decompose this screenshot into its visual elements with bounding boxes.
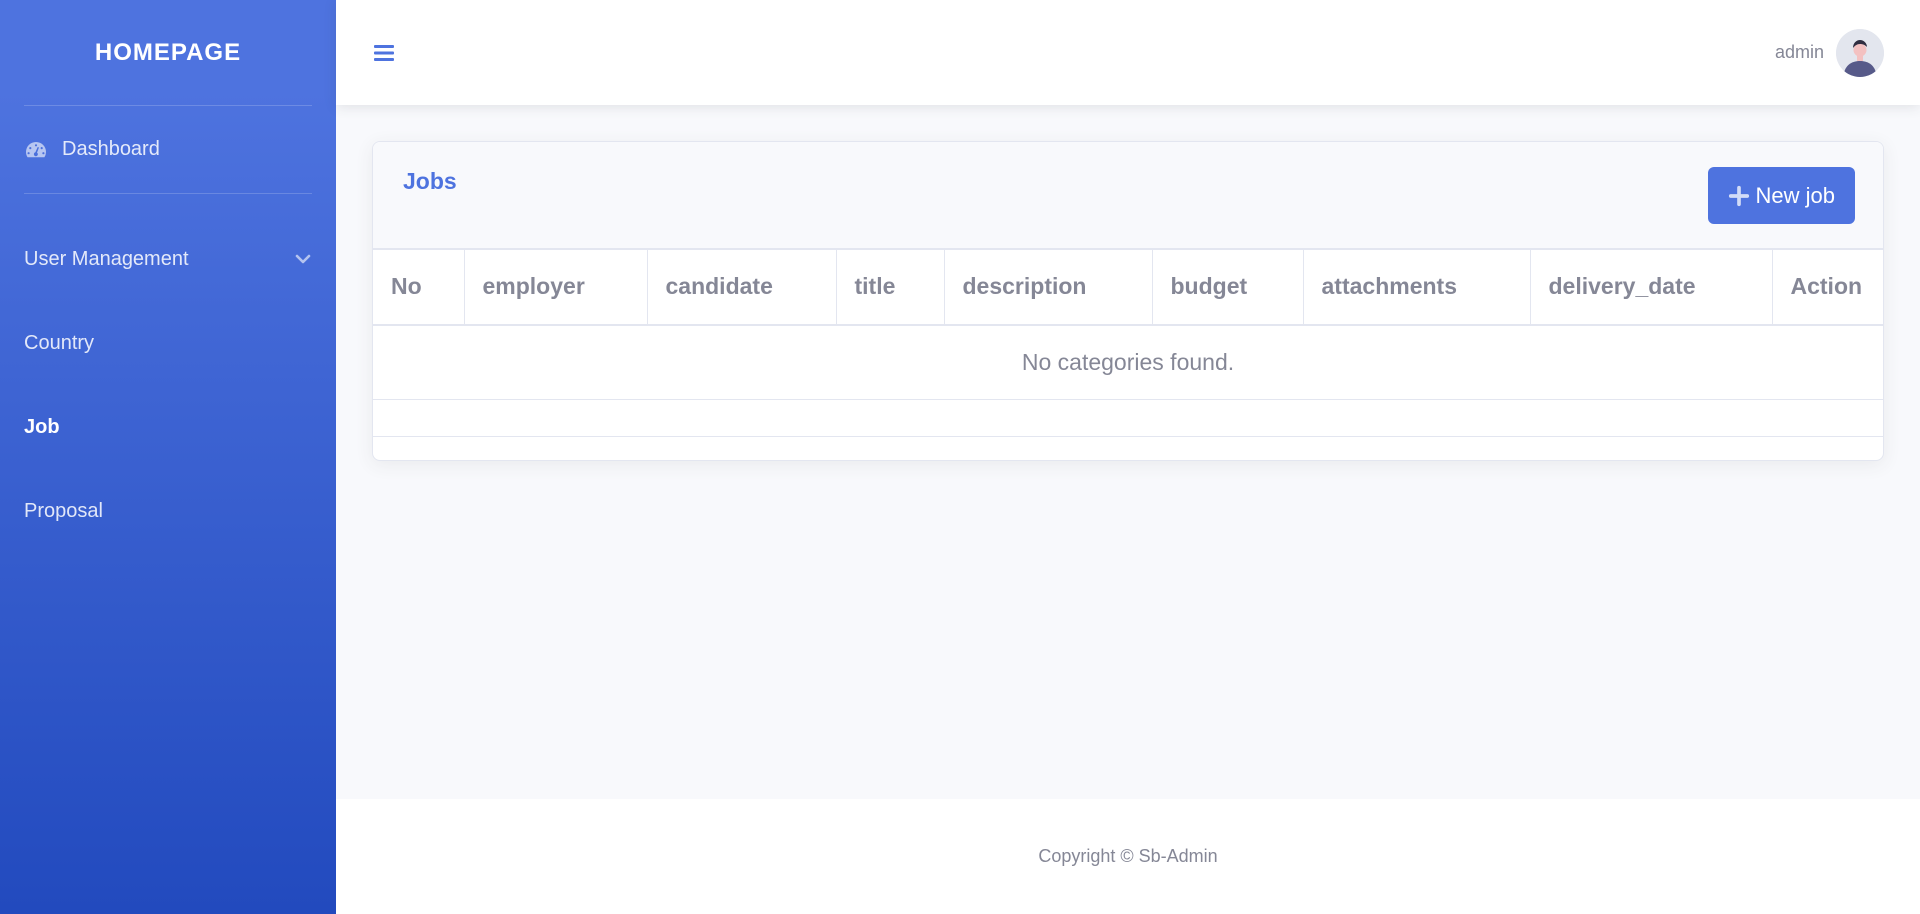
sidebar-item-dashboard[interactable]: Dashboard bbox=[0, 106, 336, 193]
new-job-button[interactable]: New job bbox=[1707, 167, 1855, 224]
column-header-employer[interactable]: employer bbox=[463, 249, 648, 326]
table-row: No categories found. bbox=[373, 324, 1883, 400]
jobs-table: No employer candidate title description … bbox=[373, 249, 1883, 437]
new-job-label: New job bbox=[1755, 182, 1835, 208]
column-header-candidate[interactable]: candidate bbox=[646, 249, 837, 326]
sidebar-item-proposal[interactable]: Proposal bbox=[0, 469, 336, 553]
sidebar-item-label: Job bbox=[24, 415, 60, 438]
copyright-text: Copyright © Sb-Admin bbox=[1038, 846, 1218, 866]
sidebar-item-label: Proposal bbox=[24, 499, 103, 522]
sidebar-brand[interactable]: HOMEPAGE bbox=[0, 0, 336, 105]
column-header-description[interactable]: description bbox=[943, 249, 1153, 326]
username[interactable]: admin bbox=[1775, 42, 1824, 63]
table-header-row: No employer candidate title description … bbox=[373, 249, 1883, 326]
sidebar-item-label: Country bbox=[24, 331, 95, 354]
empty-message: No categories found. bbox=[373, 324, 1883, 400]
plus-icon bbox=[1728, 185, 1749, 206]
column-header-delivery-date[interactable]: delivery_date bbox=[1529, 249, 1773, 326]
column-header-no[interactable]: No bbox=[373, 249, 465, 326]
column-header-action[interactable]: Action bbox=[1771, 249, 1883, 326]
sidebar-item-label: User Management bbox=[24, 247, 189, 270]
chevron-down-icon bbox=[295, 254, 311, 264]
card-header: Jobs New job bbox=[373, 142, 1883, 249]
table-row bbox=[373, 399, 1883, 437]
user-menu[interactable]: admin bbox=[1775, 28, 1884, 77]
card-title: Jobs bbox=[403, 168, 457, 194]
sidebar-item-country[interactable]: Country bbox=[0, 301, 336, 385]
sidebar-item-job[interactable]: Job bbox=[0, 385, 336, 469]
sidebar: HOMEPAGE Dashboard User Management Count… bbox=[0, 0, 336, 914]
jobs-card: Jobs New job No employer candidate title… bbox=[372, 141, 1884, 461]
hamburger-icon[interactable] bbox=[372, 41, 396, 65]
sidebar-item-label: Dashboard bbox=[62, 138, 160, 160]
column-header-budget[interactable]: budget bbox=[1151, 249, 1304, 326]
footer: Copyright © Sb-Admin bbox=[336, 799, 1920, 914]
column-header-title[interactable]: title bbox=[835, 249, 945, 326]
topbar: admin bbox=[336, 0, 1920, 105]
tachometer-icon bbox=[26, 141, 46, 157]
sidebar-item-user-management[interactable]: User Management bbox=[0, 217, 336, 301]
avatar-icon[interactable] bbox=[1836, 28, 1884, 77]
column-header-attachments[interactable]: attachments bbox=[1302, 249, 1531, 326]
